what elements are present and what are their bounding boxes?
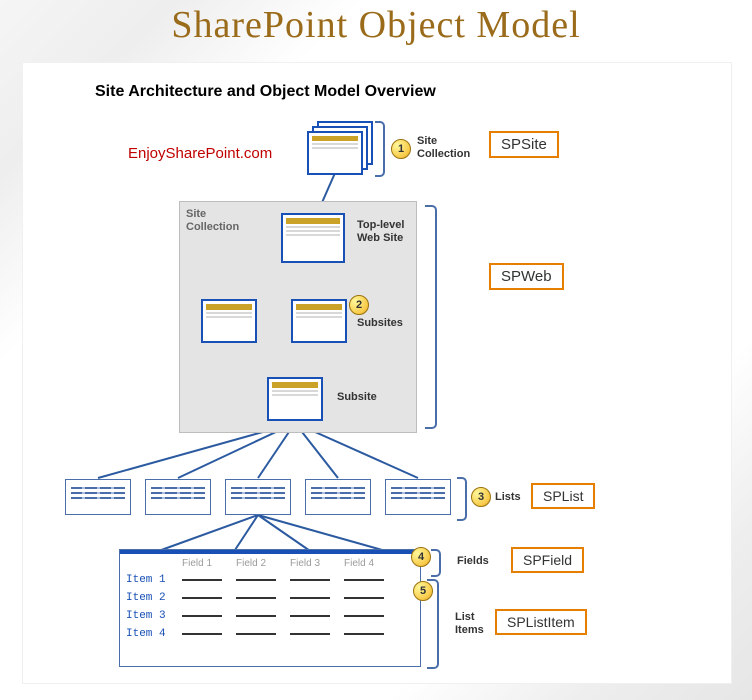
subsite-icon-1 [201,299,257,343]
label-top-level: Top-level Web Site [357,219,404,245]
badge-1: 1 [391,139,411,159]
groupbox-title: Site Collection [186,208,239,234]
item-row-1: Item 1 [120,571,420,589]
list-icon-4 [305,479,371,515]
subsite-icon-3 [267,377,323,421]
badge-2: 2 [349,295,369,315]
watermark-text: EnjoySharePoint.com [128,145,272,162]
bracket-fields [431,549,441,577]
class-spfield: SPField [511,547,584,573]
list-icon-3 [225,479,291,515]
field-col-4: Field 4 [344,558,398,569]
list-icon-1 [65,479,131,515]
field-col-3: Field 3 [290,558,344,569]
class-splistitem: SPListItem [495,609,587,635]
label-subsite: Subsite [337,391,377,404]
bracket-listitems [427,579,439,669]
bracket-spweb [425,205,437,429]
diagram-subtitle: Site Architecture and Object Model Overv… [95,83,436,101]
item-row-4: Item 4 [120,625,420,643]
bracket-site-collection [375,121,385,177]
top-level-site-icon [281,213,345,263]
badge-3: 3 [471,487,491,507]
label-subsites: Subsites [357,317,403,330]
bracket-lists [457,477,467,521]
class-splist: SPList [531,483,595,509]
list-icon-5 [385,479,451,515]
class-spweb: SPWeb [489,263,564,290]
field-col-2: Field 2 [236,558,290,569]
site-collection-stack-icon [307,121,371,173]
page-title: SharePoint Object Model [0,3,752,47]
diagram-panel: Site Architecture and Object Model Overv… [22,62,732,684]
subsite-icon-2 [291,299,347,343]
class-spsite: SPSite [489,131,559,158]
slide: SharePoint Object Model Site Architectur… [0,0,752,700]
fields-header-row: Field 1 Field 2 Field 3 Field 4 [120,554,420,571]
label-list-items: List Items [455,611,484,637]
label-fields: Fields [457,555,489,568]
label-lists: Lists [495,491,521,504]
item-row-3: Item 3 [120,607,420,625]
label-site-collection: Site Collection [417,135,470,161]
list-icon-2 [145,479,211,515]
field-col-1: Field 1 [182,558,236,569]
badge-4: 4 [411,547,431,567]
list-items-table: Field 1 Field 2 Field 3 Field 4 Item 1 I… [119,549,421,667]
item-row-2: Item 2 [120,589,420,607]
